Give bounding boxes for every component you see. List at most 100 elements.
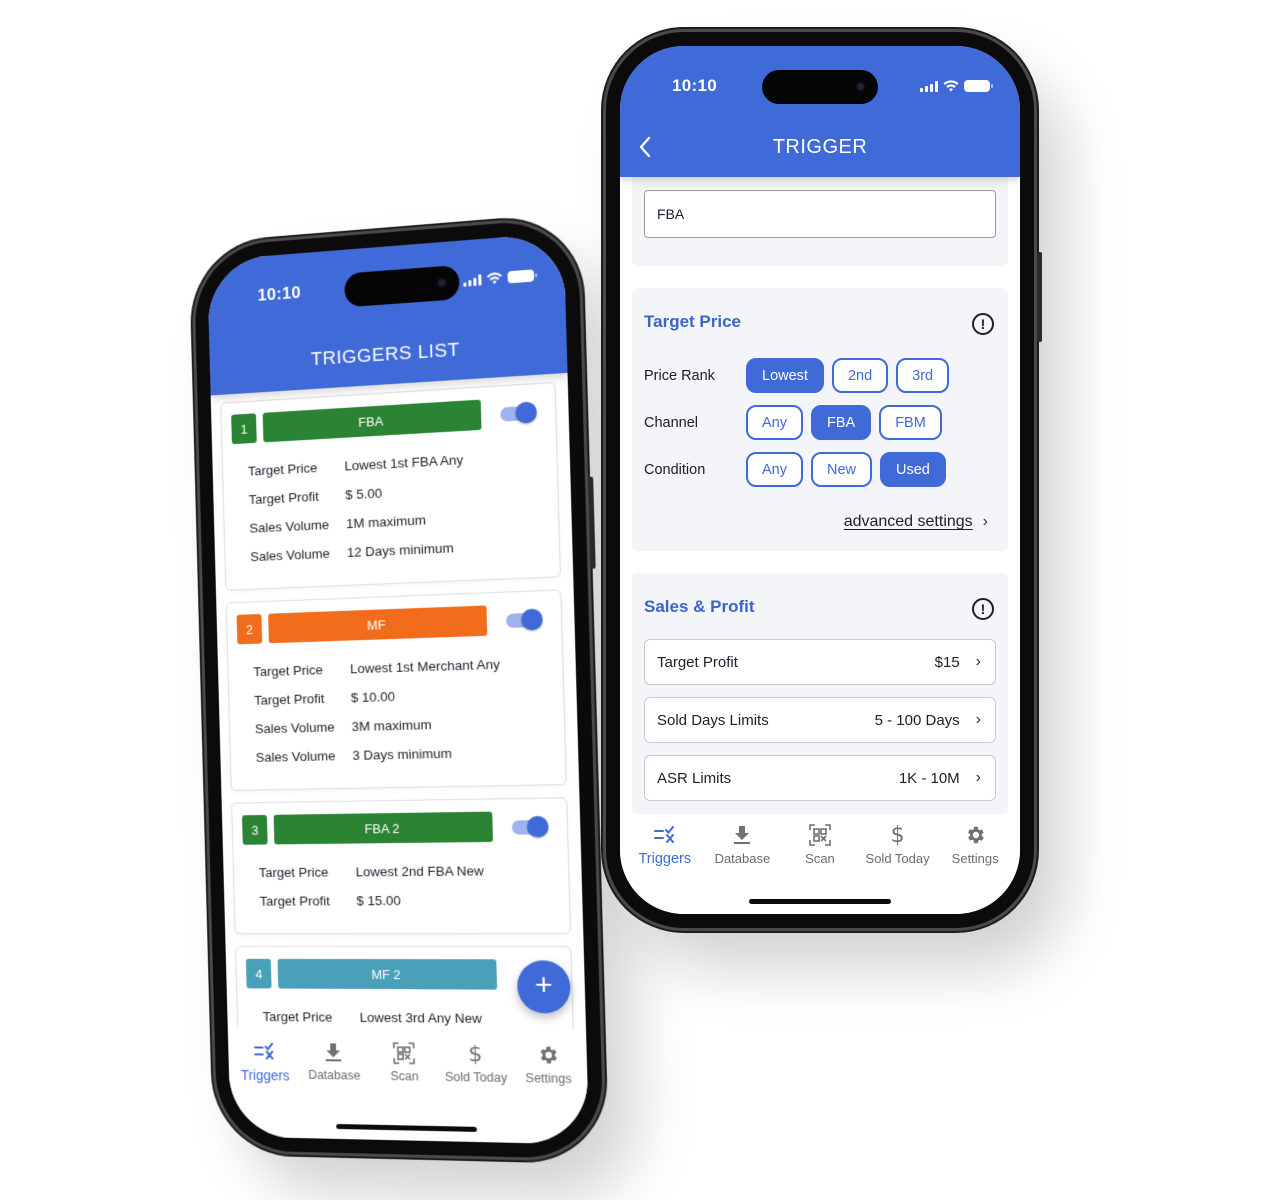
trigger-form: Target Price ! Price Rank Lowest2nd3rd Cha… [620, 177, 1020, 815]
chevron-right-icon: › [975, 653, 981, 670]
tab-label: Scan [805, 851, 835, 866]
chip-any[interactable]: Any [746, 405, 803, 440]
trigger-name-badge: MF 2 [277, 958, 498, 990]
detail-value: 12 Days minimum [346, 540, 454, 560]
add-trigger-button[interactable]: + [516, 960, 572, 1014]
setting-row-target-profit[interactable]: Target Profit $15 › [644, 639, 996, 685]
page-title: TRIGGER [772, 136, 868, 158]
tab-triggers[interactable]: Triggers [626, 822, 704, 914]
detail-value: Lowest 3rd Any New [359, 1009, 483, 1026]
tab-triggers[interactable]: Triggers [230, 1038, 301, 1138]
download-icon [325, 1039, 343, 1065]
chevron-right-icon: › [975, 711, 981, 728]
option-row-condition: Condition Any New Used [644, 452, 996, 487]
qr-scan-icon [393, 1040, 415, 1066]
battery-icon [964, 80, 993, 92]
app-header: 10:10 TRIGGER [620, 46, 1020, 177]
tab-label: Database [714, 851, 771, 866]
status-bar: 10:10 [207, 232, 566, 329]
triggers-list: 1 FBA Target Price Lowest 1st FBA Any Target… [210, 372, 587, 1030]
setting-label: ASR Limits [657, 769, 732, 787]
trigger-enabled-toggle[interactable] [500, 401, 538, 424]
chip-fba[interactable]: FBA [811, 405, 872, 440]
trigger-card[interactable]: 3 FBA 2 Target Price Lowest 2nd FBA New Targ… [231, 797, 571, 935]
tab-settings[interactable]: Settings [936, 822, 1014, 914]
trigger-details: Target Price Lowest 1st FBA Any Target Pro… [232, 440, 549, 571]
trigger-number-badge: 4 [245, 958, 272, 989]
section-title: Target Price [644, 312, 742, 331]
chip-3rd[interactable]: 3rd [896, 358, 950, 393]
trigger-name-badge: FBA 2 [273, 811, 494, 845]
phone-triggers-list: 10:10 TRIGGERS LIST 1 FBA Target Price Lowe… [193, 217, 605, 1160]
setting-row-asr-limits[interactable]: ASR Limits 1K - 10M › [644, 755, 996, 801]
setting-value: 1K - 10M [898, 769, 960, 787]
trigger-details: Target Price Lowest 1st Merchant Any Targe… [238, 648, 555, 772]
tab-label: Scan [390, 1069, 419, 1084]
toggle-knob [515, 401, 538, 424]
section-title: Sales & Profit [644, 597, 755, 616]
trigger-name-input[interactable] [644, 190, 996, 238]
wifi-icon [943, 80, 959, 92]
chip-lowest[interactable]: Lowest [746, 358, 824, 393]
toggle-knob [526, 815, 549, 838]
trigger-enabled-toggle[interactable] [511, 815, 549, 838]
trigger-card-header: 3 FBA 2 [242, 811, 557, 845]
trigger-card-header: 2 MF [236, 603, 552, 645]
trigger-enabled-toggle[interactable] [505, 608, 543, 631]
triggers-icon [653, 822, 676, 848]
tab-label: Database [308, 1067, 361, 1083]
detail-value: 3 Days minimum [352, 745, 453, 763]
option-chips: Any New Used [746, 452, 946, 487]
detail-value: Lowest 1st FBA Any [344, 452, 464, 474]
detail-value: $ 15.00 [356, 893, 401, 909]
name-panel [632, 177, 1008, 266]
chip-new[interactable]: New [811, 452, 873, 487]
toggle-knob [520, 608, 543, 631]
trigger-card-header: 4 MF 2 [245, 958, 561, 990]
tab-label: Triggers [638, 851, 692, 867]
detail-value: Lowest 1st Merchant Any [349, 656, 501, 677]
dollar-icon: $ [467, 1041, 483, 1067]
status-time: 10:10 [672, 76, 717, 95]
home-indicator [749, 899, 891, 904]
camera-icon [855, 81, 866, 92]
trigger-name-badge: MF [268, 605, 488, 644]
chip-fbm[interactable]: FBM [879, 405, 942, 440]
chip-used[interactable]: Used [880, 452, 946, 487]
tab-settings[interactable]: Settings [511, 1041, 587, 1144]
option-label: Channel [644, 414, 699, 431]
trigger-details: Target Price Lowest 3rd Any New [247, 1002, 562, 1030]
trigger-card-header: 1 FBA [231, 396, 545, 445]
dynamic-island [762, 70, 878, 104]
advanced-settings-link[interactable]: advanced settings › [644, 513, 996, 531]
chip-any[interactable]: Any [746, 452, 803, 487]
power-button [1037, 252, 1042, 342]
detail-value: $ 10.00 [350, 688, 396, 706]
trigger-detail-row: Target Profit $ 15.00 [259, 885, 559, 915]
option-label: Condition [644, 461, 706, 478]
advanced-settings-label: advanced settings [843, 513, 973, 530]
signal-icon [920, 80, 938, 92]
trigger-card[interactable]: 2 MF Target Price Lowest 1st Merchant Any Ta… [225, 589, 567, 791]
option-chips: Lowest 2nd 3rd [746, 358, 950, 393]
trigger-number-badge: 1 [231, 413, 257, 445]
detail-key: Sales Volume [250, 545, 331, 565]
trigger-card[interactable]: 1 FBA Target Price Lowest 1st FBA Any Target… [220, 381, 561, 591]
tab-label: Triggers [240, 1066, 290, 1084]
app-header: 10:10 TRIGGERS LIST [207, 232, 568, 396]
signal-icon [463, 273, 482, 287]
triggers-icon [254, 1039, 276, 1065]
detail-key: Sales Volume [254, 719, 335, 737]
info-icon[interactable]: ! [972, 313, 994, 335]
tab-label: Sold Today [444, 1069, 508, 1085]
status-icons [920, 80, 993, 92]
setting-value: $15 [934, 653, 960, 671]
info-icon[interactable]: ! [972, 598, 994, 620]
gear-icon [536, 1042, 559, 1069]
chip-2nd[interactable]: 2nd [831, 358, 889, 393]
setting-row-sold-days-limits[interactable]: Sold Days Limits 5 - 100 Days › [644, 697, 996, 743]
tab-label: Settings [951, 851, 999, 866]
sales-profit-rows: Target Profit $15 › Sold Days Limits 5 - 100… [644, 639, 996, 801]
detail-value: 1M maximum [345, 512, 427, 532]
detail-key: Sales Volume [249, 517, 330, 536]
